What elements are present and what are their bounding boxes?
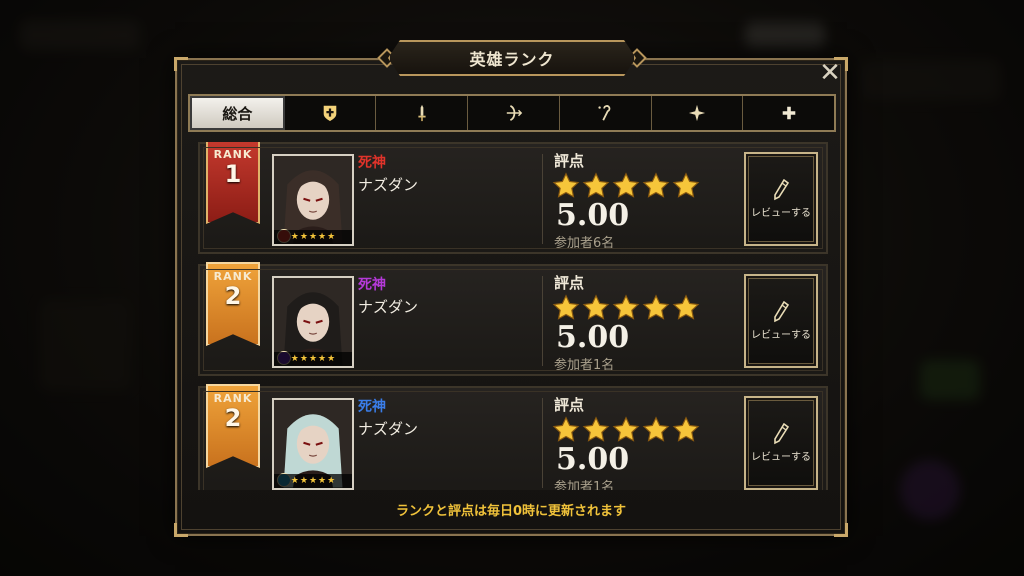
grade-star-icon: ★ (308, 354, 318, 364)
rating-star-icon (552, 416, 580, 442)
tab-knight[interactable] (285, 96, 377, 130)
frame-corner (834, 523, 848, 537)
tab-mage[interactable] (560, 96, 652, 130)
hero-class: 死神 (358, 399, 386, 415)
close-icon[interactable]: ✕ (818, 60, 842, 86)
grade-star-icon: ★ (290, 354, 299, 364)
shield-icon (323, 105, 337, 122)
divider (542, 154, 543, 244)
divider (542, 398, 543, 488)
tab-warrior[interactable] (376, 96, 469, 130)
rating-star-icon (552, 294, 580, 320)
rating-stars (552, 172, 700, 200)
rank-badge: RANK 2 (206, 262, 260, 346)
hero-name: ナズダン (358, 176, 419, 194)
pencil-icon (774, 178, 790, 200)
update-notice: ランクと評点は毎日0時に更新されます (395, 504, 627, 519)
hero-class: 死神 (358, 277, 386, 293)
frame-corner (174, 57, 188, 71)
rank-number: 2 (224, 404, 242, 432)
rank-badge: RANK 2 (206, 384, 260, 468)
tab-overall[interactable]: 総合 (190, 96, 285, 130)
rating-stars (552, 294, 700, 322)
review-button-label: レビューする (751, 329, 811, 341)
grade-star-icon: ★ (299, 476, 308, 486)
tab-healer[interactable] (743, 96, 834, 130)
rating-star-icon (642, 172, 670, 198)
pencil-icon (774, 300, 790, 322)
hero-portrait[interactable]: ★ ★ ★ ★ ★ (272, 398, 354, 490)
review-button[interactable]: レビューする (744, 152, 818, 246)
divider (542, 276, 543, 366)
score-label: 評点 (554, 274, 585, 292)
rating-star-icon (642, 294, 670, 320)
rating-star-icon (582, 172, 610, 198)
tab-overall-label: 総合 (222, 104, 253, 123)
participant-count: 参加者1名 (554, 358, 615, 373)
rank-number: 2 (224, 282, 242, 310)
cross-icon (782, 106, 795, 120)
rating-stars (552, 416, 700, 444)
hero-class: 死神 (358, 155, 386, 171)
grade-star-icon: ★ (318, 476, 327, 486)
score-value: 5.00 (556, 198, 630, 233)
grade-star-icon: ★ (290, 232, 299, 242)
grade-star-icon: ★ (327, 476, 336, 486)
rating-star-icon (642, 416, 670, 442)
grade-star-icon: ★ (299, 354, 308, 364)
rating-star-icon (612, 172, 640, 198)
rank-number: 1 (224, 160, 242, 188)
rating-star-icon (582, 416, 610, 442)
grade-star-icon: ★ (290, 476, 299, 486)
rank-row[interactable]: RANK 2 ★ ★ ★ ★ ★ 死神 ナズダン 評点 5.00 参加者1名 レビューす… (198, 262, 828, 376)
rating-star-icon (582, 294, 610, 320)
hero-name: ナズダン (358, 298, 419, 316)
review-button-label: レビューする (751, 451, 811, 463)
grade-star-icon: ★ (299, 232, 308, 242)
review-button-label: レビューする (751, 207, 811, 219)
staff-icon (598, 105, 611, 121)
rating-star-icon (552, 172, 580, 198)
rating-star-icon (612, 416, 640, 442)
tab-assassin[interactable] (652, 96, 744, 130)
rating-star-icon (672, 294, 700, 320)
grade-star-icon: ★ (318, 232, 327, 242)
score-label: 評点 (554, 152, 585, 170)
grade-stars: ★ ★ ★ ★ ★ (274, 230, 352, 244)
score-label: 評点 (554, 396, 585, 414)
participant-count: 参加者6名 (554, 236, 615, 251)
grade-star-icon: ★ (327, 232, 336, 242)
pencil-icon (774, 422, 790, 444)
rating-star-icon (672, 172, 700, 198)
dialog-title: 英雄ランク (388, 40, 636, 76)
review-button[interactable]: レビューする (744, 396, 818, 490)
grade-stars: ★ ★ ★ ★ ★ (274, 352, 352, 366)
grade-star-icon: ★ (327, 354, 336, 364)
hero-rank-list[interactable]: RANK 1 ★ ★ ★ ★ ★ 死神 ナズダン 評点 5.00 参加者6名 レビューす… (198, 142, 828, 490)
grade-star-icon: ★ (308, 232, 318, 242)
tab-ranger[interactable] (468, 96, 560, 130)
participant-count: 参加者1名 (554, 480, 615, 490)
frame-corner (174, 523, 188, 537)
bow-icon (506, 104, 522, 122)
grade-star-icon: ★ (308, 476, 318, 486)
review-button[interactable]: レビューする (744, 274, 818, 368)
rank-row[interactable]: RANK 2 ★ ★ ★ ★ ★ 死神 ナズダン 評点 5.00 参加者1名 レビューす… (198, 384, 828, 490)
star-compass-icon (688, 104, 706, 122)
grade-stars: ★ ★ ★ ★ ★ (274, 474, 352, 488)
class-filter-tabs: 総合 (188, 94, 836, 132)
rating-star-icon (672, 416, 700, 442)
hero-portrait[interactable]: ★ ★ ★ ★ ★ (272, 154, 354, 246)
grade-star-icon: ★ (318, 354, 327, 364)
rank-badge: RANK 1 (206, 142, 260, 224)
rank-row[interactable]: RANK 1 ★ ★ ★ ★ ★ 死神 ナズダン 評点 5.00 参加者6名 レビューす… (198, 142, 828, 254)
score-value: 5.00 (556, 320, 630, 355)
hero-name: ナズダン (358, 420, 419, 438)
score-value: 5.00 (556, 442, 630, 477)
hero-portrait[interactable]: ★ ★ ★ ★ ★ (272, 276, 354, 368)
rating-star-icon (612, 294, 640, 320)
sword-icon (418, 104, 426, 122)
